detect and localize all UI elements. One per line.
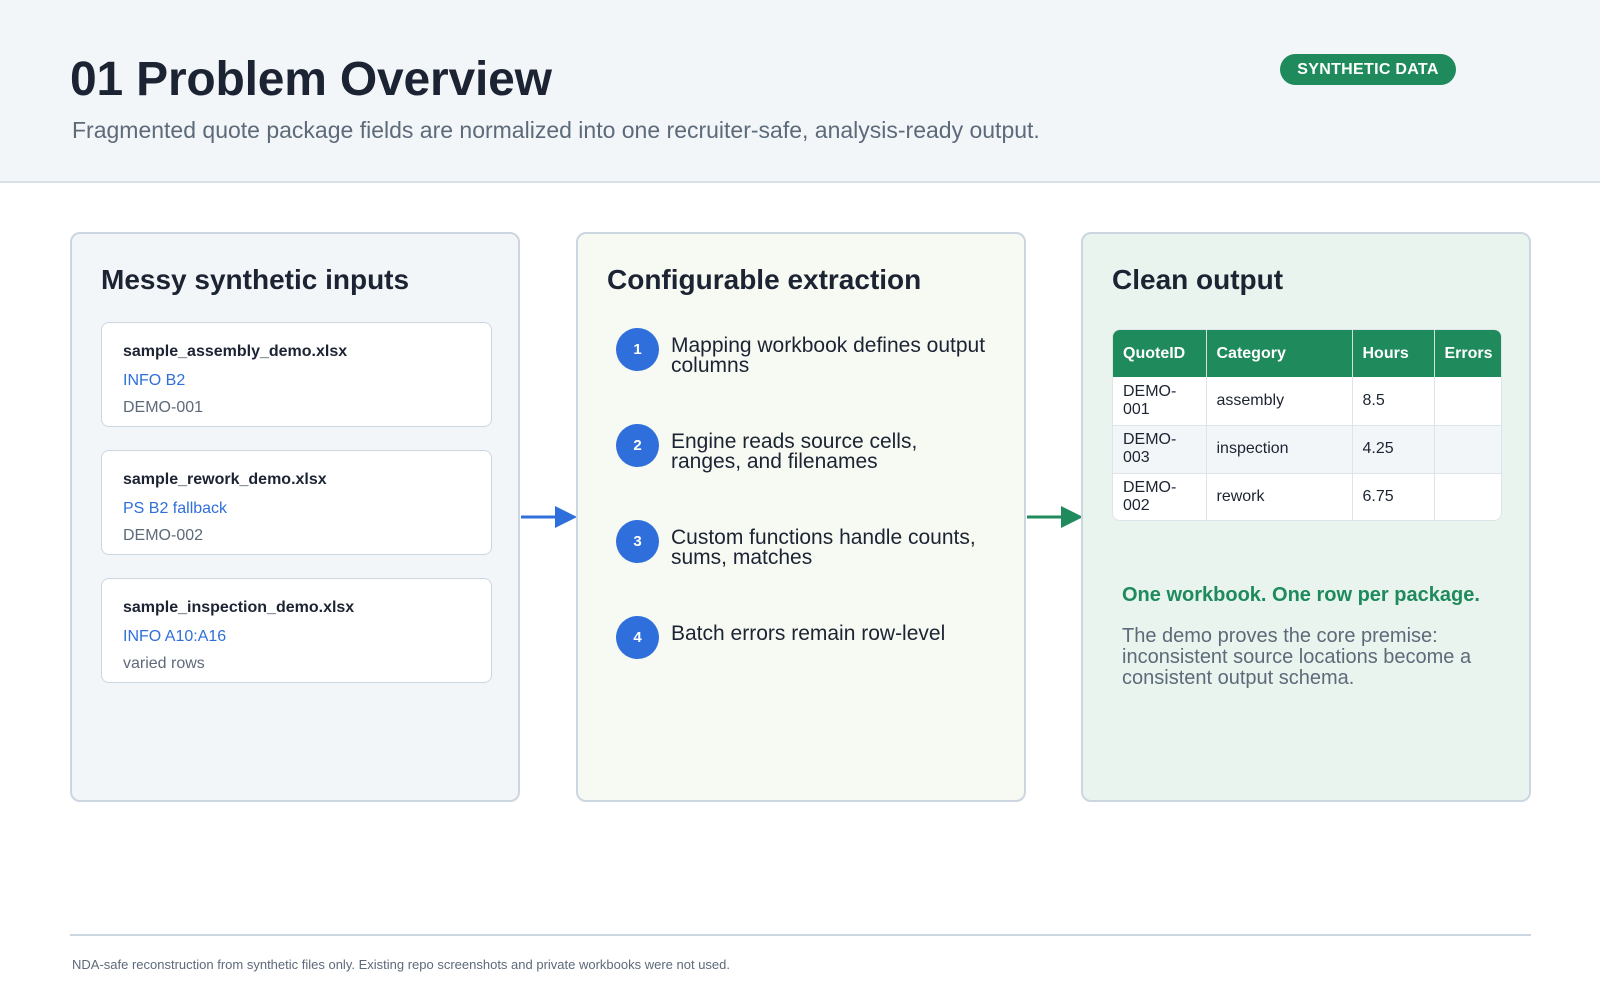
table-cell: DEMO-003 <box>1113 425 1207 474</box>
table-cell: inspection <box>1206 425 1353 474</box>
file-id: DEMO-001 <box>123 399 204 416</box>
file-card: sample_rework_demo.xlsx PS B2 fallback D… <box>101 450 492 555</box>
file-name: sample_inspection_demo.xlsx <box>123 599 355 616</box>
table-cell: 6.75 <box>1352 473 1435 520</box>
file-card: sample_assembly_demo.xlsx INFO B2 DEMO-0… <box>101 322 492 427</box>
table-cell <box>1434 425 1501 474</box>
table-cell: rework <box>1206 473 1353 520</box>
step-text: Custom functions handle counts, sums, ma… <box>671 526 976 569</box>
file-name: sample_rework_demo.xlsx <box>123 471 327 488</box>
inputs-panel-title: Messy synthetic inputs <box>101 264 410 295</box>
extraction-panel-title: Configurable extraction <box>607 264 922 295</box>
file-range: INFO B2 <box>123 372 186 389</box>
output-tagline: One workbook. One row per package. <box>1122 584 1480 606</box>
column-header: Hours <box>1352 330 1435 377</box>
file-id: DEMO-002 <box>123 527 204 544</box>
table-cell: assembly <box>1206 377 1353 426</box>
table-cell: 8.5 <box>1352 377 1435 426</box>
step-number-badge: 2 <box>616 424 659 467</box>
file-range: PS B2 fallback <box>123 500 228 517</box>
header: 01 Problem Overview Fragmented quote pac… <box>0 0 1600 183</box>
output-description: The demo proves the core premise: incons… <box>1122 625 1472 689</box>
column-header: QuoteID <box>1113 330 1207 377</box>
output-table: QuoteID Category Hours Errors DEMO-001 a… <box>1112 329 1502 521</box>
table-cell <box>1434 473 1501 520</box>
column-header: Category <box>1206 330 1353 377</box>
step-text: Engine reads source cells, ranges, and f… <box>671 430 918 473</box>
extraction-panel: Configurable extraction 1 Mapping workbo… <box>576 232 1026 802</box>
step-number-badge: 1 <box>616 328 659 371</box>
inputs-panel: Messy synthetic inputs sample_assembly_d… <box>70 232 520 802</box>
column-header: Errors <box>1434 330 1501 377</box>
step-text: Mapping workbook defines output columns <box>671 334 986 377</box>
step-number-badge: 4 <box>616 616 659 659</box>
table-cell: DEMO-001 <box>1113 377 1207 426</box>
output-panel-title: Clean output <box>1112 264 1284 295</box>
footer-note: NDA-safe reconstruction from synthetic f… <box>72 957 731 972</box>
step-number-badge: 3 <box>616 520 659 563</box>
output-panel: Clean output QuoteID Category Hours Erro… <box>1081 232 1531 802</box>
table-header-row: QuoteID Category Hours Errors <box>1113 330 1501 377</box>
file-name: sample_assembly_demo.xlsx <box>123 343 348 360</box>
table-cell: DEMO-002 <box>1113 473 1207 520</box>
synthetic-data-badge: SYNTHETIC DATA <box>1280 54 1456 85</box>
page-title: 01 Problem Overview <box>70 53 552 106</box>
table-row: DEMO-002 rework 6.75 <box>1113 473 1501 520</box>
flow-arrow-icon <box>521 506 577 528</box>
table-row: DEMO-003 inspection 4.25 <box>1113 425 1501 474</box>
table-row: DEMO-001 assembly 8.5 <box>1113 377 1501 426</box>
file-range: INFO A10:A16 <box>123 628 227 645</box>
footer-divider <box>70 934 1531 936</box>
file-card: sample_inspection_demo.xlsx INFO A10:A16… <box>101 578 492 683</box>
table-cell <box>1434 377 1501 426</box>
flow-arrow-icon <box>1027 506 1083 528</box>
table-cell: 4.25 <box>1352 425 1435 474</box>
step-text: Batch errors remain row-level <box>671 622 946 645</box>
file-id: varied rows <box>123 655 205 672</box>
page-subtitle: Fragmented quote package fields are norm… <box>72 117 1040 143</box>
